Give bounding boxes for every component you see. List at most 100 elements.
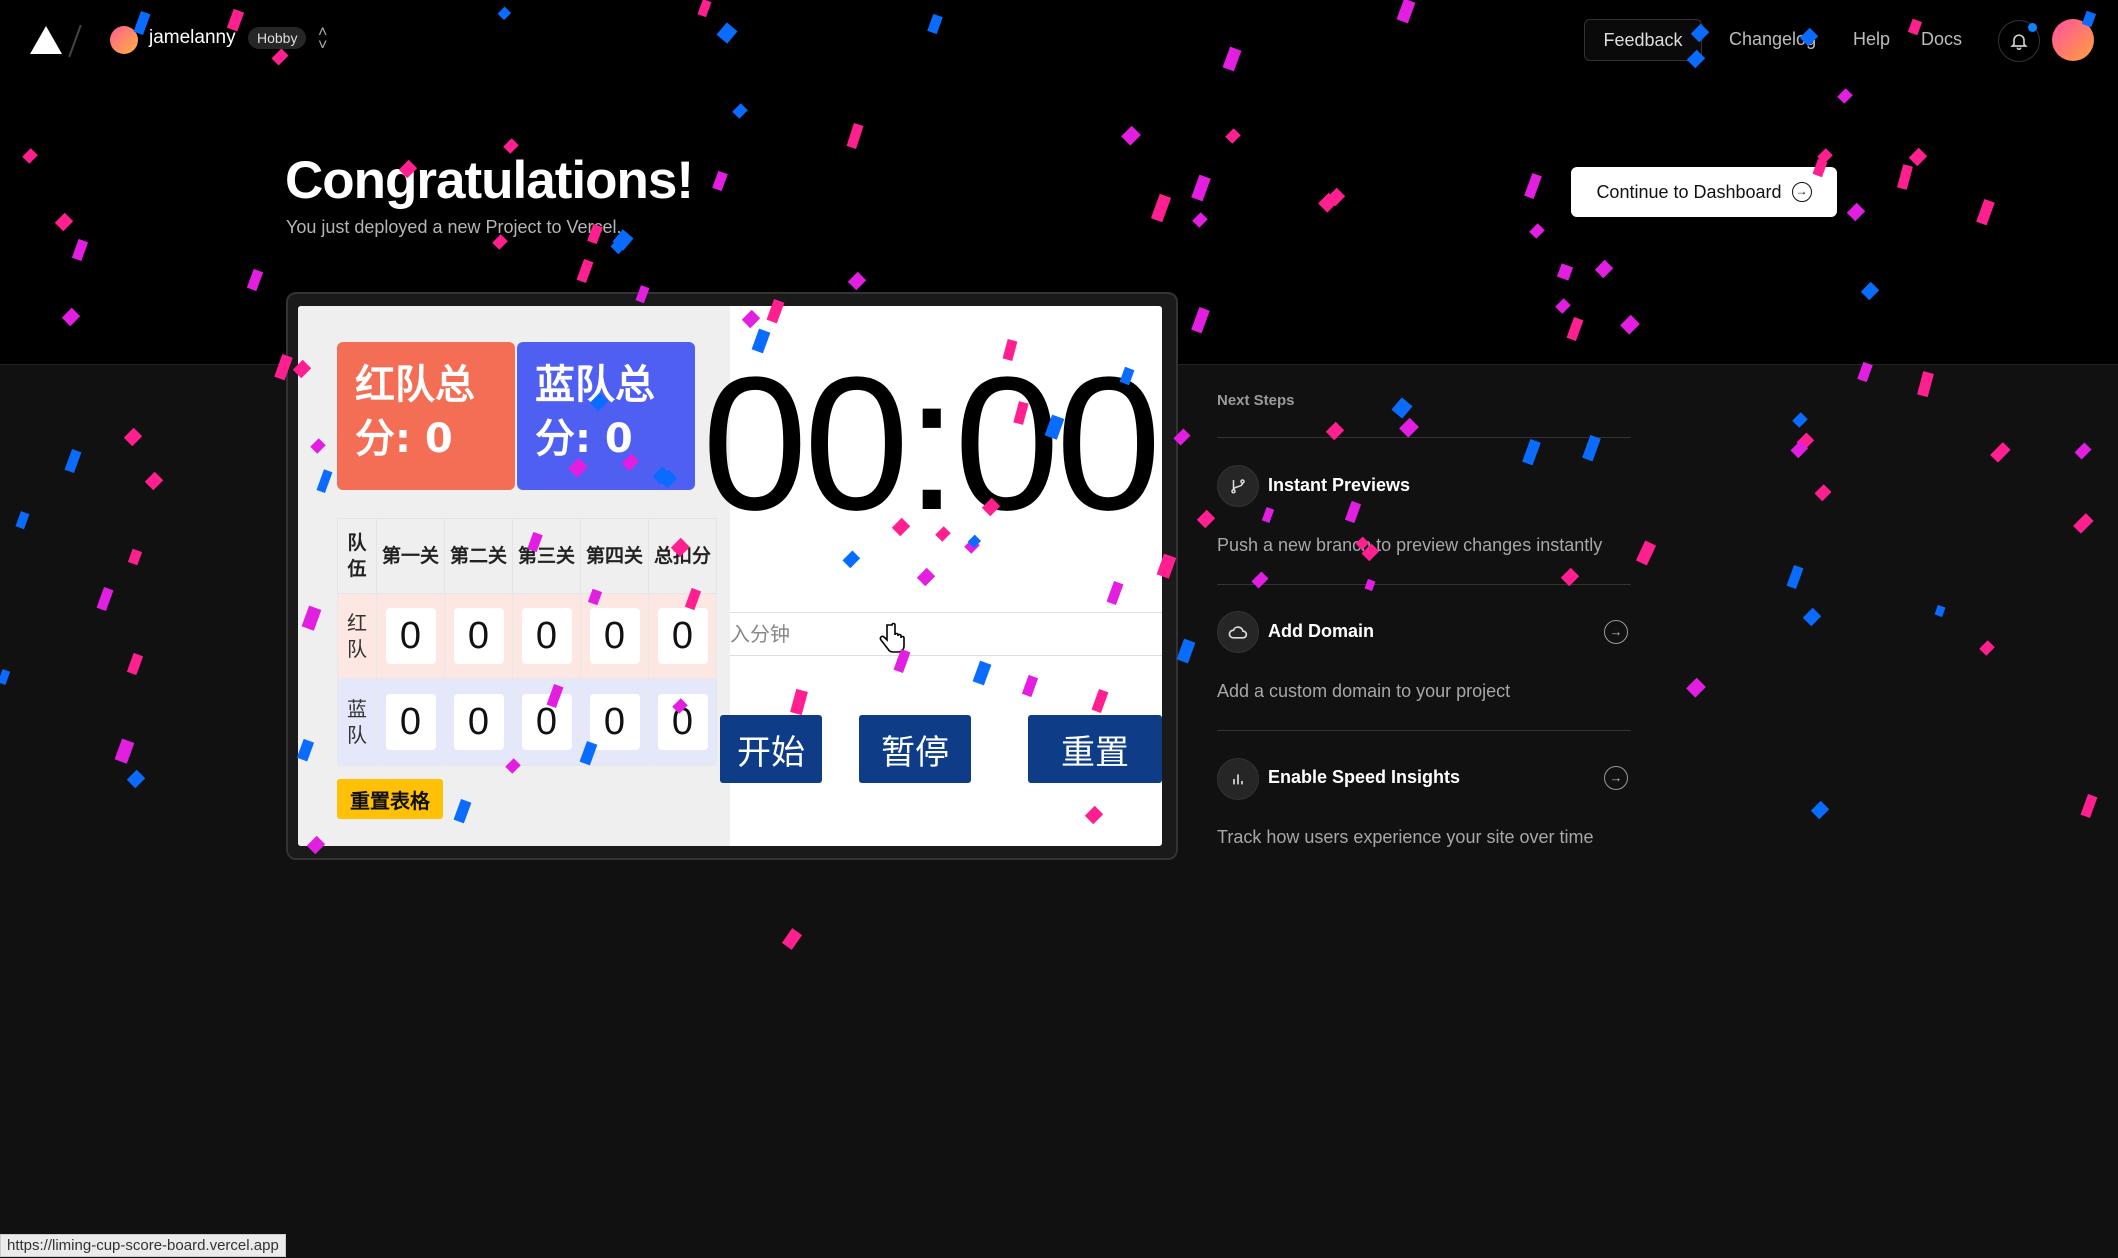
score-total[interactable]: 0 (657, 694, 708, 750)
step-title-speed-insights[interactable]: Enable Speed Insights (1268, 767, 1460, 788)
bell-icon (2010, 34, 2028, 51)
confetti-piece (123, 427, 143, 447)
score-total[interactable]: 0 (657, 608, 708, 664)
confetti-piece (1635, 540, 1657, 566)
cloud-icon (1217, 611, 1259, 653)
confetti-piece (1391, 397, 1413, 419)
confetti-piece (126, 652, 144, 676)
feedback-button[interactable]: Feedback (1584, 19, 1702, 61)
confetti-piece (1686, 677, 1706, 698)
deployment-preview[interactable]: 红队总分: 0 蓝队总分: 0 队伍 第一关 第二关 第三关 第四关 总扣分 红… (298, 306, 1162, 846)
header-round-1: 第一关 (376, 518, 445, 594)
start-button[interactable]: 开始 (720, 715, 822, 783)
divider (1217, 584, 1631, 585)
top-navigation: jamelanny Hobby ˄ ˅ Feedback Changelog He… (0, 0, 2118, 80)
confetti-piece (64, 448, 82, 474)
confetti-piece (1917, 371, 1934, 398)
team-switcher-chevron-icon[interactable]: ˄ ˅ (318, 25, 327, 54)
confetti-piece (1176, 638, 1196, 664)
confetti-piece (114, 738, 135, 764)
confetti-piece (1261, 507, 1275, 523)
confetti-piece (1364, 578, 1376, 592)
confetti-piece (1810, 800, 1830, 820)
arrow-right-circle-icon[interactable]: → (1604, 620, 1628, 644)
confetti-piece (1979, 640, 1995, 656)
user-avatar[interactable] (2052, 19, 2094, 61)
confetti-piece (1934, 604, 1946, 618)
confetti-piece (1796, 432, 1815, 451)
header-team: 队伍 (337, 518, 377, 594)
continue-to-dashboard-button[interactable]: Continue to Dashboard → (1571, 167, 1837, 217)
team-label-red: 红队 (337, 593, 377, 679)
score-input[interactable]: 0 (521, 694, 572, 750)
confetti-piece (781, 928, 803, 950)
score-input[interactable]: 0 (385, 608, 436, 664)
red-team-total: 红队总分: 0 (337, 342, 515, 490)
bar-chart-icon (1217, 758, 1259, 800)
confetti-piece (1790, 440, 1809, 459)
breadcrumb-separator (68, 24, 82, 58)
table-row: 红队 0 0 0 0 0 (337, 593, 717, 679)
minutes-input[interactable]: 入分钟 (730, 612, 1162, 656)
nav-link-docs[interactable]: Docs (1921, 29, 1962, 50)
confetti-piece (127, 548, 143, 566)
divider (1217, 437, 1631, 438)
notification-dot (2028, 23, 2037, 32)
score-input[interactable]: 0 (385, 694, 436, 750)
countdown-timer: 00:00 (702, 338, 1161, 550)
branch-icon (1217, 465, 1259, 507)
header-round-3: 第三关 (512, 518, 581, 594)
confetti-piece (1196, 509, 1216, 529)
confetti-piece (1251, 571, 1269, 589)
page-subtitle: You just deployed a new Project to Verce… (286, 217, 622, 237)
cta-label: Continue to Dashboard (1596, 181, 1782, 202)
confetti-piece (1786, 564, 1804, 590)
confetti-piece (126, 769, 146, 789)
confetti-piece (2073, 513, 2094, 534)
confetti-piece (1344, 500, 1362, 524)
table-row: 蓝队 0 0 0 0 0 (337, 678, 717, 766)
confetti-piece (0, 669, 11, 685)
score-input[interactable]: 0 (453, 608, 504, 664)
score-input[interactable]: 0 (453, 694, 504, 750)
header-round-2: 第二关 (444, 518, 513, 594)
confetti-piece (1802, 607, 1822, 627)
hand-cursor-icon (879, 622, 905, 653)
reset-timer-button[interactable]: 重置 (1028, 715, 1162, 783)
score-input[interactable]: 0 (589, 694, 640, 750)
confetti-piece (1582, 435, 1601, 462)
notifications-button[interactable] (1998, 20, 2040, 62)
arrow-right-circle-icon: → (1791, 182, 1812, 202)
score-input[interactable]: 0 (521, 608, 572, 664)
arrow-right-circle-icon[interactable]: → (1604, 766, 1628, 790)
scoreboard-panel: 红队总分: 0 蓝队总分: 0 队伍 第一关 第二关 第三关 第四关 总扣分 红… (298, 306, 730, 846)
blue-team-total: 蓝队总分: 0 (517, 342, 695, 490)
nav-link-changelog[interactable]: Changelog (1729, 29, 1816, 50)
confetti-piece (1399, 417, 1419, 438)
confetti-piece (2074, 442, 2092, 460)
step-desc-instant-previews: Push a new branch to preview changes ins… (1217, 535, 1603, 555)
confetti-piece (1522, 439, 1541, 466)
step-title-instant-previews[interactable]: Instant Previews (1268, 475, 1410, 496)
team-label-blue: 蓝队 (337, 678, 377, 766)
confetti-piece (144, 471, 164, 491)
step-desc-add-domain: Add a custom domain to your project (1217, 681, 1511, 701)
confetti-piece (15, 511, 30, 530)
reset-table-button[interactable]: 重置表格 (337, 779, 443, 819)
score-input[interactable]: 0 (589, 608, 640, 664)
confetti-piece (96, 586, 114, 612)
confetti-piece (1814, 484, 1832, 502)
step-title-add-domain[interactable]: Add Domain (1268, 621, 1374, 642)
confetti-piece (1792, 412, 1808, 428)
divider (1217, 730, 1631, 731)
status-bar-url: https://liming-cup-score-board.vercel.ap… (0, 1234, 286, 1257)
vercel-logo-icon[interactable] (30, 26, 62, 54)
team-name[interactable]: jamelanny (149, 27, 236, 49)
confetti-piece (1990, 442, 2011, 463)
team-avatar[interactable] (110, 26, 138, 54)
step-desc-speed-insights: Track how users experience your site ove… (1217, 827, 1594, 847)
pause-button[interactable]: 暂停 (859, 715, 971, 783)
next-steps-heading: Next Steps (1217, 392, 1295, 409)
nav-link-help[interactable]: Help (1853, 29, 1890, 50)
plan-badge: Hobby (248, 27, 307, 49)
